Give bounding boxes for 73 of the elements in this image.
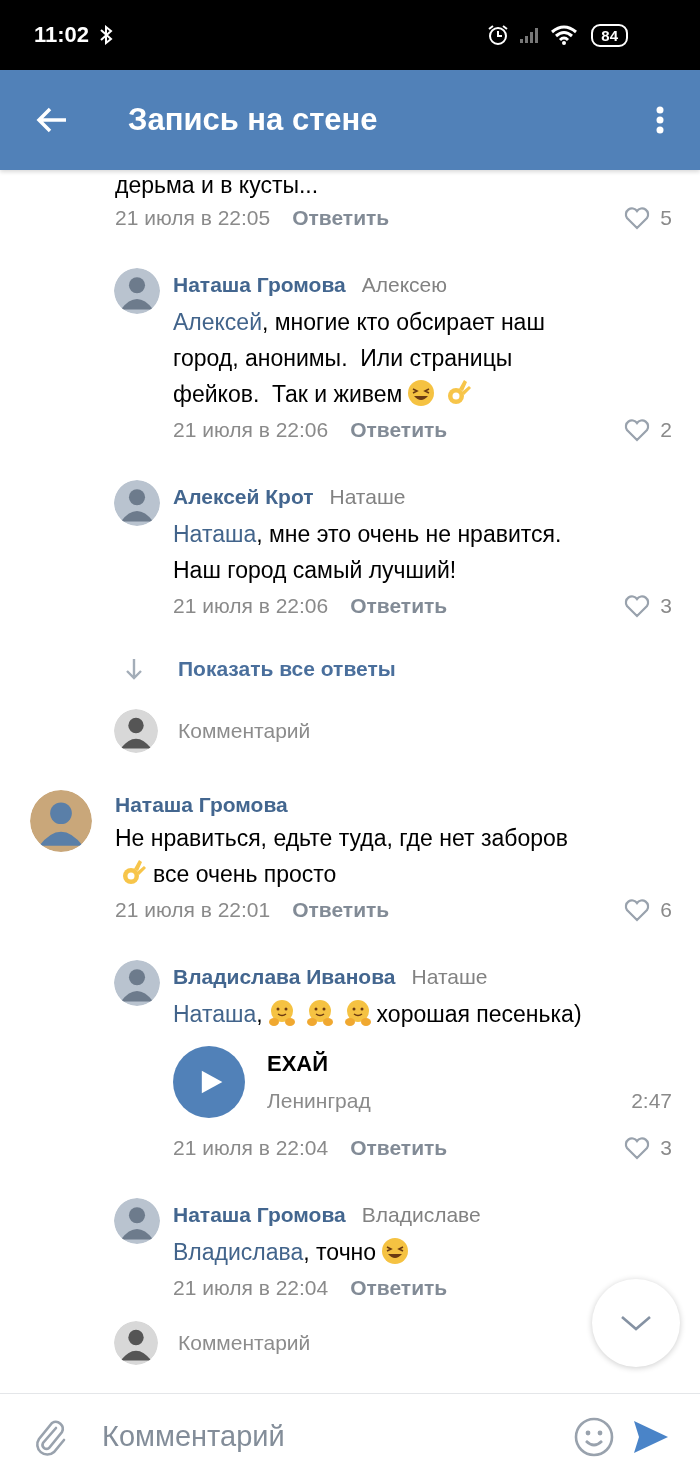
battery-indicator: 84 (591, 23, 628, 47)
alarm-icon (487, 24, 510, 46)
avatar[interactable] (114, 480, 160, 526)
author-name[interactable]: Наташа Громова (173, 273, 346, 297)
heart-icon[interactable] (624, 594, 651, 618)
like-count: 3 (660, 1136, 672, 1160)
reply-recipient: Наташе (329, 485, 406, 509)
comment-date: 21 июля в 22:01 (115, 898, 271, 922)
comment-text: Наташа, хорошая песенька) (173, 996, 672, 1032)
reply-recipient: Владиславе (361, 1203, 481, 1227)
avatar[interactable] (114, 1198, 160, 1244)
reply-recipient: Наташе (411, 965, 488, 989)
comment-text: Не нравиться, едьте туда, где нет заборов все очень просто (115, 824, 569, 890)
hugging-emoji-icon (266, 998, 297, 1028)
reply-link[interactable]: Ответить (350, 594, 448, 618)
author-name[interactable]: Наташа Громова (173, 1203, 346, 1227)
comment-date: 21 июля в 22:05 (115, 206, 271, 230)
avatar (114, 1321, 158, 1365)
reply-link[interactable]: Ответить (350, 1136, 448, 1160)
reply-link[interactable]: Ответить (350, 418, 448, 442)
avatar[interactable] (114, 960, 160, 1006)
like-count: 3 (660, 594, 672, 618)
heart-icon[interactable] (624, 898, 651, 922)
heart-icon[interactable] (624, 1136, 651, 1160)
heart-icon[interactable] (624, 206, 651, 230)
comment-date: 21 июля в 22:04 (173, 1276, 329, 1300)
comment-date: 21 июля в 22:04 (173, 1136, 329, 1160)
avatar (114, 709, 158, 753)
play-button[interactable] (173, 1046, 245, 1118)
comment-text: Владислава, точно (173, 1234, 672, 1270)
heart-icon[interactable] (624, 418, 651, 442)
avatar[interactable] (114, 268, 160, 314)
reply-recipient: Алексею (361, 273, 447, 297)
comment-text: дерьма и в кусты... (115, 171, 320, 200)
attach-icon[interactable] (34, 1417, 68, 1456)
arrow-down-icon (124, 657, 144, 681)
track-duration: 2:47 (631, 1089, 672, 1113)
bluetooth-icon (99, 25, 114, 45)
like-count: 2 (660, 418, 672, 442)
back-arrow-icon[interactable] (36, 107, 68, 133)
hugging-emoji-icon (304, 998, 335, 1028)
status-time: 11:02 (34, 22, 90, 48)
like-count: 5 (660, 206, 672, 230)
mention-link[interactable]: Владислава (173, 1239, 304, 1265)
reply-link[interactable]: Ответить (292, 206, 390, 230)
reply-link[interactable]: Ответить (350, 1276, 448, 1300)
like-count: 6 (660, 898, 672, 922)
avatar[interactable] (30, 790, 92, 852)
send-icon[interactable] (632, 1418, 670, 1455)
track-artist: Ленинград (267, 1089, 371, 1113)
comment-date: 21 июля в 22:06 (173, 418, 329, 442)
comment-text: Алексей, многие кто обсирает наш город, анонимы. Или страницы фейков. Так и живем (173, 308, 546, 410)
mention-link[interactable]: Наташа (173, 1001, 257, 1027)
author-name[interactable]: Алексей Крот (173, 485, 314, 509)
track-title: ЕХАЙ (267, 1051, 330, 1077)
hugging-emoji-icon (342, 998, 373, 1028)
comment-input[interactable]: Комментарий (178, 719, 478, 743)
chevron-down-icon (619, 1313, 653, 1333)
mention-link[interactable]: Алексей (173, 309, 262, 335)
mention-link[interactable]: Наташа (173, 521, 257, 547)
laughing-emoji-icon (406, 378, 437, 408)
more-options-icon[interactable] (656, 106, 664, 134)
emoji-icon[interactable] (574, 1416, 614, 1457)
laughing-emoji-icon (380, 1236, 411, 1266)
author-name[interactable]: Наташа Громова (115, 793, 288, 817)
author-name[interactable]: Владислава Иванова (173, 965, 396, 989)
comment-text: Наташа, мне это очень не нравится. Наш город самый лучший! (173, 520, 563, 585)
show-all-replies-link[interactable]: Показать все ответы (178, 657, 396, 681)
comment-input[interactable]: Комментарий (178, 1331, 478, 1355)
reply-link[interactable]: Ответить (292, 898, 390, 922)
wifi-icon (551, 25, 578, 45)
comment-date: 21 июля в 22:06 (173, 594, 329, 618)
page-title: Запись на стене (128, 102, 378, 138)
